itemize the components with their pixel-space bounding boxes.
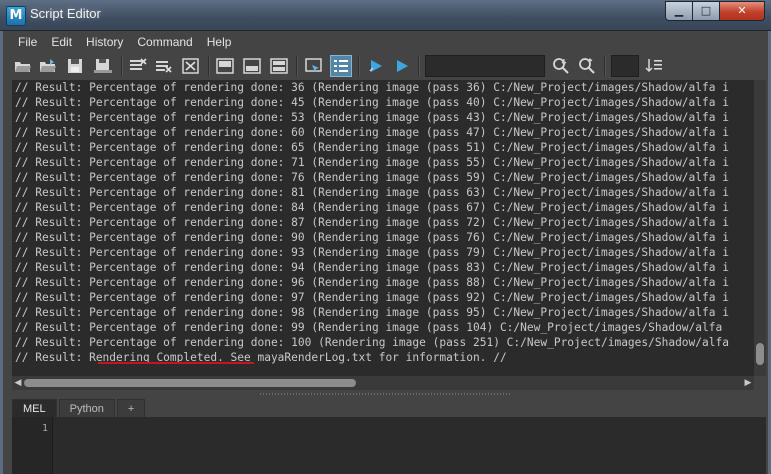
clear-input-icon[interactable] <box>153 55 175 77</box>
output-line: // Result: Percentage of rendering done:… <box>15 186 729 199</box>
window-frame-left <box>0 31 3 474</box>
tab-python[interactable]: Python <box>58 399 115 418</box>
toolbar-separator <box>418 56 420 76</box>
maximize-button[interactable]: □ <box>692 1 720 21</box>
echo-all-commands-icon[interactable] <box>303 55 325 77</box>
language-tabs: MEL Python + <box>12 399 147 418</box>
output-line: // Result: Percentage of rendering done:… <box>15 336 729 349</box>
goto-line-field[interactable] <box>611 55 639 77</box>
toolbar-separator <box>604 56 606 76</box>
output-line: // Result: Percentage of rendering done:… <box>15 276 729 289</box>
close-button[interactable]: ✕ <box>719 1 765 21</box>
script-input-panel[interactable]: 1 <box>12 417 766 474</box>
line-number: 1 <box>41 423 48 434</box>
output-line: // Result: Percentage of rendering done:… <box>15 81 729 94</box>
show-both-panes-icon[interactable] <box>268 55 290 77</box>
toolbar-separator <box>296 56 298 76</box>
vertical-scroll-thumb[interactable] <box>756 343 764 365</box>
output-line: // Result: Percentage of rendering done:… <box>15 216 729 229</box>
toolbar-separator <box>208 56 210 76</box>
window-title: Script Editor <box>30 6 101 21</box>
clear-history-icon[interactable] <box>127 55 149 77</box>
search-field[interactable] <box>425 55 545 77</box>
search-up-icon[interactable] <box>576 55 598 77</box>
output-line-completed: // Result: Rendering Completed. See maya… <box>15 351 507 364</box>
show-line-numbers-icon[interactable] <box>330 55 352 77</box>
menu-file[interactable]: File <box>18 35 37 49</box>
toolbar-separator <box>358 56 360 76</box>
output-line: // Result: Percentage of rendering done:… <box>15 126 729 139</box>
window-controls: ▁ □ ✕ <box>665 1 765 21</box>
output-line: // Result: Percentage of rendering done:… <box>15 96 729 109</box>
history-output-panel[interactable]: // Result: Percentage of rendering done:… <box>12 80 754 376</box>
execute-all-icon[interactable] <box>391 55 413 77</box>
output-line: // Result: Percentage of rendering done:… <box>15 201 729 214</box>
goto-line-icon[interactable] <box>643 55 665 77</box>
output-line: // Result: Percentage of rendering done:… <box>15 321 723 334</box>
output-line: // Result: Percentage of rendering done:… <box>15 246 729 259</box>
search-down-icon[interactable] <box>550 55 572 77</box>
output-horizontal-scrollbar[interactable]: ◀ ▶ <box>12 376 754 390</box>
toolbar <box>0 53 771 79</box>
maya-app-icon: M <box>6 6 26 26</box>
pane-splitter[interactable] <box>0 390 771 398</box>
show-history-only-icon[interactable] <box>214 55 236 77</box>
red-highlight-underline <box>98 362 254 364</box>
save-script-to-shelf-icon[interactable] <box>92 55 114 77</box>
clear-all-icon[interactable] <box>180 55 202 77</box>
minimize-button[interactable]: ▁ <box>665 1 693 21</box>
output-line: // Result: Percentage of rendering done:… <box>15 141 729 154</box>
menu-command[interactable]: Command <box>137 35 192 49</box>
menu-help[interactable]: Help <box>207 35 232 49</box>
open-script-icon[interactable] <box>12 55 34 77</box>
horizontal-scroll-thumb[interactable] <box>24 379 356 387</box>
save-script-icon[interactable] <box>64 55 86 77</box>
output-vertical-scrollbar[interactable] <box>754 80 766 376</box>
title-bar[interactable]: M Script Editor ▁ □ ✕ <box>0 0 771 31</box>
output-line: // Result: Percentage of rendering done:… <box>15 111 729 124</box>
output-line: // Result: Percentage of rendering done:… <box>15 231 729 244</box>
line-number-gutter: 1 <box>12 417 53 474</box>
output-line: // Result: Percentage of rendering done:… <box>15 261 729 274</box>
scroll-right-arrow-icon[interactable]: ▶ <box>742 376 754 390</box>
output-line: // Result: Percentage of rendering done:… <box>15 291 729 304</box>
show-input-only-icon[interactable] <box>241 55 263 77</box>
scroll-left-arrow-icon[interactable]: ◀ <box>12 376 24 390</box>
menu-history[interactable]: History <box>86 35 123 49</box>
menu-edit[interactable]: Edit <box>51 35 72 49</box>
add-tab-button[interactable]: + <box>116 399 146 418</box>
output-line: // Result: Percentage of rendering done:… <box>15 171 729 184</box>
execute-icon[interactable] <box>365 55 387 77</box>
output-line: // Result: Percentage of rendering done:… <box>15 306 729 319</box>
tab-mel[interactable]: MEL <box>12 399 57 418</box>
splitter-grip <box>260 393 510 395</box>
menu-bar: File Edit History Command Help <box>0 31 771 53</box>
source-script-icon[interactable] <box>37 55 59 77</box>
output-line: // Result: Percentage of rendering done:… <box>15 156 729 169</box>
toolbar-separator <box>121 56 123 76</box>
